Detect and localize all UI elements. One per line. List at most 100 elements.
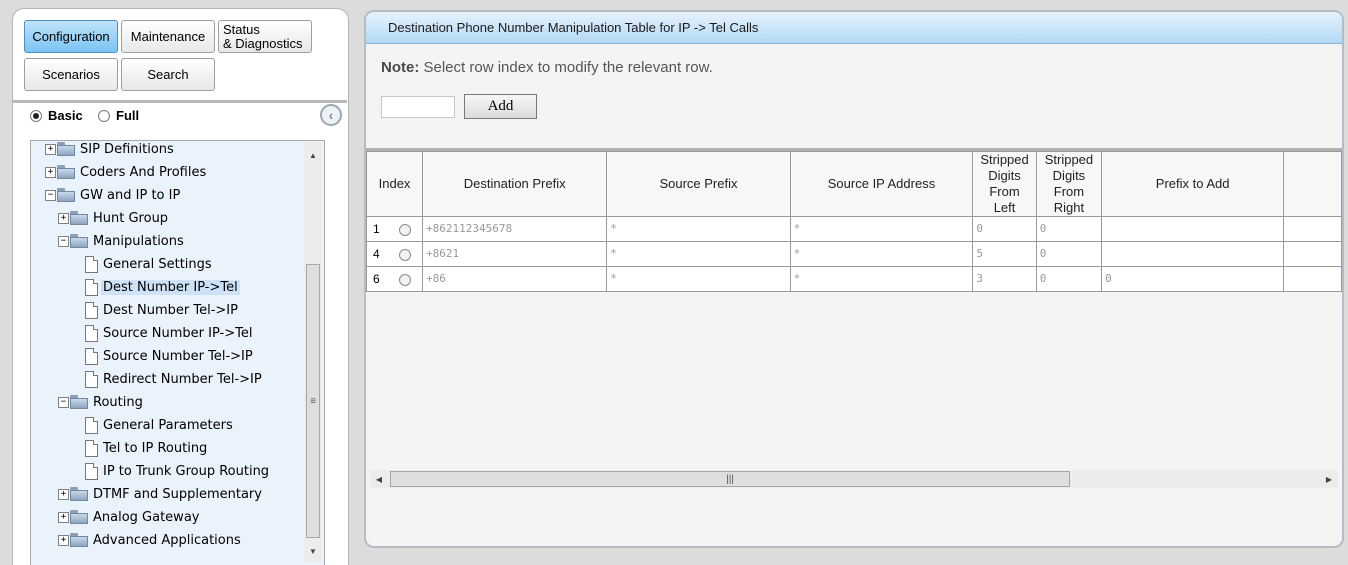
tree-item-label[interactable]: Manipulations [91, 234, 186, 249]
basic-radio[interactable] [30, 109, 42, 122]
expand-icon[interactable]: + [58, 488, 69, 500]
cell-value [1102, 218, 1283, 240]
tree-item-label[interactable]: General Settings [101, 257, 214, 272]
source-prefix-field[interactable]: * [606, 266, 791, 292]
tree-item[interactable]: IP to Trunk Group Routing [85, 461, 271, 481]
prefix-to-add-field[interactable]: 0 [1101, 266, 1285, 292]
status-diagnostics-tab-button[interactable]: Status & Diagnostics [218, 20, 312, 53]
table-area: Index Destination Prefix Source Prefix S… [366, 148, 1342, 484]
stripped-left-field[interactable]: 3 [972, 266, 1037, 292]
tree-item-label[interactable]: Analog Gateway [91, 510, 201, 525]
col-header-index: Index [366, 151, 424, 217]
page-icon [85, 439, 98, 457]
tree-item[interactable]: + Advanced Applications [58, 530, 243, 550]
tree-item[interactable]: + DTMF and Supplementary [58, 484, 264, 504]
stripped-right-field[interactable]: 0 [1035, 266, 1103, 292]
tree-item-label[interactable]: Dest Number Tel->IP [101, 303, 240, 318]
row-select-radio[interactable] [399, 274, 412, 286]
source-ip-field[interactable]: * [789, 266, 974, 292]
tree-item[interactable]: General Parameters [85, 415, 235, 435]
table-horizontal-scrollbar[interactable]: ◀ ||| ▶ [370, 470, 1338, 488]
prefix-to-add-field[interactable] [1101, 216, 1285, 242]
col-header-stripped-right: Stripped Digits From Right [1035, 151, 1103, 217]
tree-item-label[interactable]: Hunt Group [91, 211, 170, 226]
stripped-right-field[interactable]: 0 [1035, 241, 1103, 267]
search-tab-button[interactable]: Search [121, 58, 215, 91]
destination-prefix-field[interactable]: +862112345678 [422, 216, 608, 242]
tree-item-label[interactable]: DTMF and Supplementary [91, 487, 264, 502]
tree-item-label[interactable]: Dest Number IP->Tel [101, 279, 240, 295]
row-select-radio[interactable] [399, 224, 412, 236]
tree-item-label[interactable]: Source Number Tel->IP [101, 349, 255, 364]
full-radio[interactable] [98, 109, 110, 122]
tree-item-label[interactable]: General Parameters [101, 418, 235, 433]
tree-item-label[interactable]: Advanced Applications [91, 533, 243, 548]
stripped-left-field[interactable]: 5 [972, 241, 1037, 267]
expand-icon[interactable]: + [45, 166, 56, 178]
tree-item-label[interactable]: Tel to IP Routing [101, 441, 209, 456]
tree-item[interactable]: Redirect Number Tel->IP [85, 369, 264, 389]
tree-item[interactable]: − GW and IP to IP [45, 185, 182, 205]
tree-item[interactable]: Dest Number Tel->IP [85, 300, 240, 320]
tree-item[interactable]: + SIP Definitions [45, 141, 176, 159]
more-column-field[interactable] [1283, 241, 1342, 267]
basic-view-option[interactable]: Basic [30, 108, 83, 123]
scroll-left-arrow-icon[interactable]: ◀ [370, 470, 388, 488]
destination-prefix-field[interactable]: +8621 [422, 241, 608, 267]
tree-item[interactable]: Tel to IP Routing [85, 438, 209, 458]
cell-value: 0 [976, 222, 983, 235]
stripped-right-field[interactable]: 0 [1035, 216, 1103, 242]
prefix-to-add-field[interactable] [1101, 241, 1285, 267]
tree-item[interactable]: General Settings [85, 254, 214, 274]
tree-scroll-thumb[interactable]: ≡ [306, 264, 320, 538]
source-prefix-field[interactable]: * [606, 241, 791, 267]
tree-item[interactable]: + Analog Gateway [58, 507, 201, 527]
tree-item-label[interactable]: Redirect Number Tel->IP [101, 372, 264, 387]
source-ip-field[interactable]: * [789, 216, 974, 242]
row-index-input[interactable] [381, 96, 455, 118]
source-prefix-field[interactable]: * [606, 216, 791, 242]
source-ip-field[interactable]: * [789, 241, 974, 267]
collapse-icon[interactable]: − [58, 396, 69, 408]
tree-item-label[interactable]: Routing [91, 395, 145, 410]
collapse-icon[interactable]: − [58, 235, 69, 247]
expand-icon[interactable]: + [58, 511, 69, 523]
tree-item[interactable]: + Coders And Profiles [45, 162, 208, 182]
full-view-option[interactable]: Full [98, 108, 139, 123]
tree-item-label[interactable]: Source Number IP->Tel [101, 326, 254, 341]
scroll-up-arrow-icon[interactable]: ▲ [304, 146, 322, 164]
tree-item[interactable]: + Hunt Group [58, 208, 170, 228]
tree-item[interactable]: Dest Number IP->Tel [85, 277, 240, 297]
tree-item[interactable]: − Manipulations [58, 231, 186, 251]
cell-value: * [610, 247, 617, 260]
expand-icon[interactable]: + [58, 534, 69, 546]
configuration-tab-button[interactable]: Configuration [24, 20, 118, 53]
tree-vertical-scrollbar[interactable]: ▲ ≡ ▼ [304, 142, 322, 562]
tree-item-label[interactable]: Coders And Profiles [78, 165, 208, 180]
destination-prefix-field[interactable]: +86 [422, 266, 608, 292]
table-scroll-thumb[interactable]: ||| [390, 471, 1070, 487]
tree-item[interactable]: Source Number IP->Tel [85, 323, 254, 343]
panel-title: Destination Phone Number Manipulation Ta… [388, 20, 759, 35]
scroll-down-arrow-icon[interactable]: ▼ [304, 542, 322, 560]
scroll-right-arrow-icon[interactable]: ▶ [1320, 470, 1338, 488]
add-button[interactable]: Add [464, 94, 537, 119]
tree-item[interactable]: Source Number Tel->IP [85, 346, 255, 366]
tree-item-label[interactable]: GW and IP to IP [78, 188, 182, 203]
row-index: 1 [373, 222, 380, 236]
cell-value: +8621 [426, 247, 460, 260]
tree-item[interactable]: − Routing [58, 392, 145, 412]
stripped-left-field[interactable]: 0 [972, 216, 1037, 242]
tree-item-label[interactable]: SIP Definitions [78, 142, 176, 157]
tree-item-label[interactable]: IP to Trunk Group Routing [101, 464, 271, 479]
expand-icon[interactable]: + [45, 143, 56, 155]
more-column-field[interactable] [1283, 216, 1342, 242]
scenarios-tab-button[interactable]: Scenarios [24, 58, 118, 91]
collapse-icon[interactable]: − [45, 189, 56, 201]
more-column-field[interactable] [1283, 266, 1342, 292]
row-select-radio[interactable] [399, 249, 412, 261]
expand-icon[interactable]: + [58, 212, 69, 224]
full-label: Full [116, 108, 140, 123]
collapse-nav-button[interactable]: ‹ [320, 104, 342, 126]
maintenance-tab-button[interactable]: Maintenance [121, 20, 215, 53]
